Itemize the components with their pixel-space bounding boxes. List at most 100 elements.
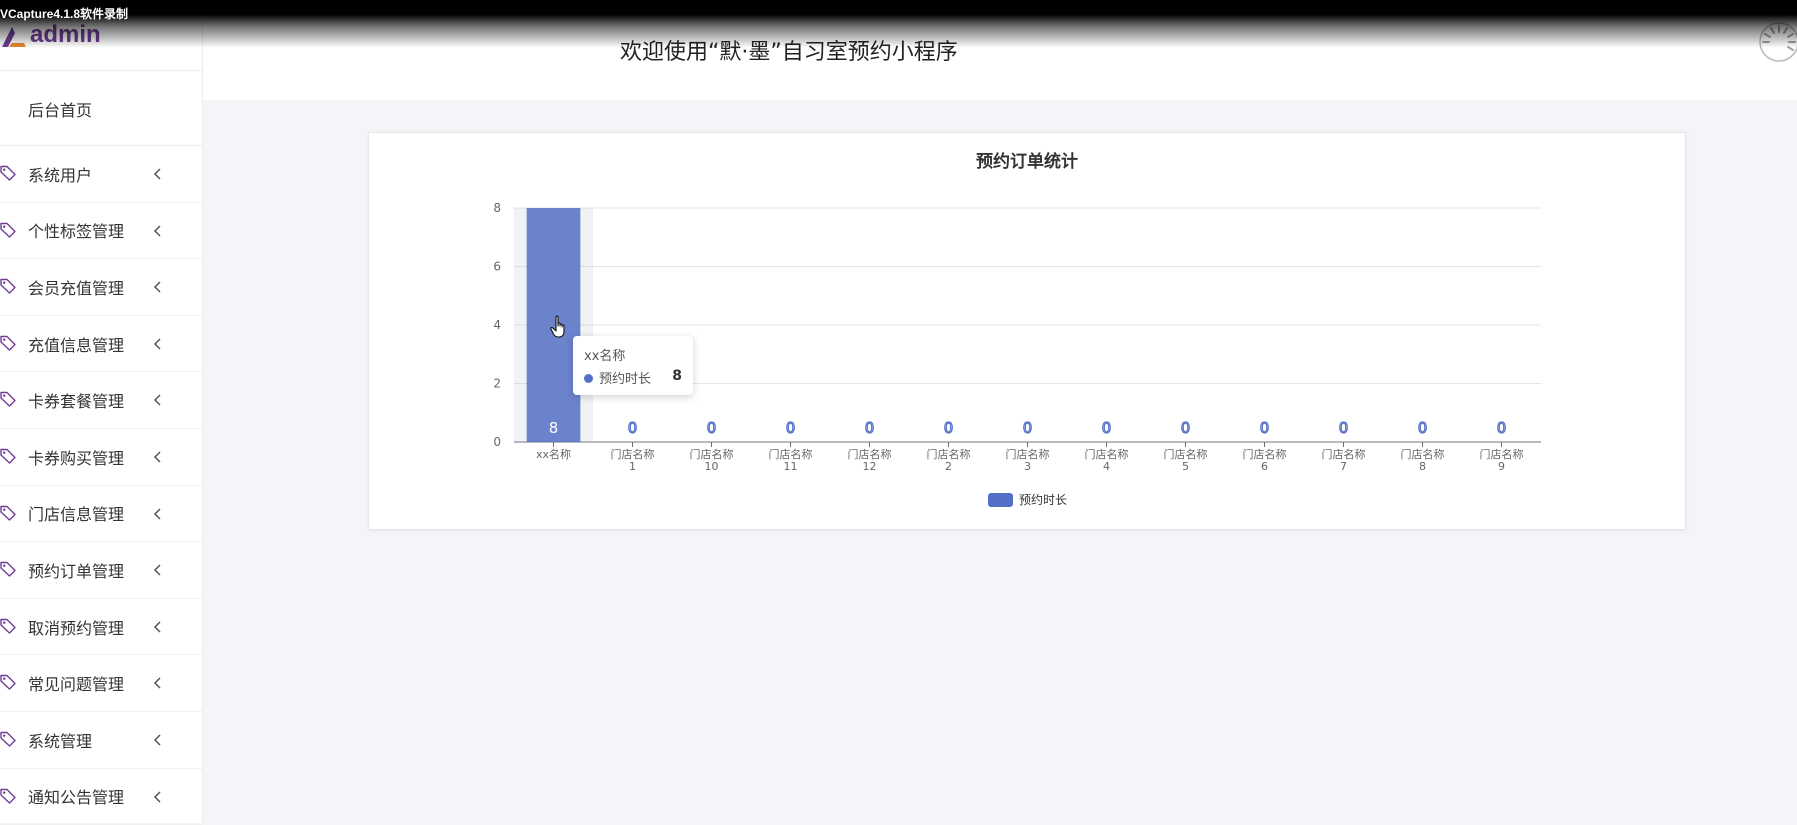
x-tick-label: 10 [705,460,719,473]
sidebar-item[interactable]: 门店信息管理 [0,486,202,543]
sidebar-item-label: 卡券套餐管理 [28,392,125,412]
sidebar-item[interactable]: 系统用户 [0,146,202,203]
tag-icon [0,448,16,464]
sidebar-item-label: 门店信息管理 [28,505,125,525]
x-tick-label: 6 [1261,460,1268,473]
chevron-left-icon[interactable] [152,280,162,294]
data-label: 0 [1181,419,1191,437]
sidebar-item[interactable]: 常见问题管理 [0,655,202,712]
logo-mark-icon [2,27,26,47]
sidebar-item[interactable]: 卡券套餐管理 [0,372,202,429]
tag-icon [0,222,16,238]
chevron-left-icon[interactable] [152,450,162,464]
data-label: 0 [1102,419,1112,437]
sidebar-item-home[interactable]: 后台首页 [0,72,202,146]
sidebar-item-label: 系统用户 [28,165,93,185]
sidebar-item-label: 个性标签管理 [28,222,125,242]
spinner-icon [1759,22,1797,62]
data-label: 0 [865,419,875,437]
sidebar-item[interactable]: 系统管理 [0,712,202,769]
data-label: 0 [1023,419,1033,437]
data-label: 0 [1418,419,1428,437]
x-tick-label: 11 [784,460,798,473]
sidebar-divider [0,70,202,71]
y-tick-label: 4 [493,318,501,332]
tooltip-value: 8 [672,368,682,384]
tag-icon [0,675,16,691]
chevron-left-icon[interactable] [152,224,162,238]
x-tick-label: 4 [1103,460,1110,473]
recording-watermark: VCapture4.1.8软件录制 [0,7,129,21]
chart-card: 预约订单统计 0 2 4 6 8 8 xx名称 0 门店名称 1 0 门店名称 10 0 门店名称 11 0 门店名… [368,132,1686,530]
data-label: 0 [628,419,638,437]
x-tick-label: 门店名称 [1401,447,1445,461]
x-tick-label: 门店名称 [1006,447,1050,461]
legend-label: 预约时长 [1019,492,1067,507]
x-tick-label: 门店名称 [690,447,734,461]
y-tick-label: 8 [493,201,501,215]
sidebar-item-label: 后台首页 [28,100,93,120]
chart-tooltip: xx名称 预约时长 8 [573,336,693,395]
page-title: 欢迎使用“默·墨”自习室预约小程序 [620,40,958,65]
tooltip-title: xx名称 [584,349,626,364]
x-tick-label: 9 [1498,460,1505,473]
tag-icon [0,788,16,804]
data-label: 8 [549,419,559,437]
x-tick-label: 门店名称 [927,447,971,461]
sidebar-item[interactable]: 会员充值管理 [0,259,202,316]
sidebar-item-label: 系统管理 [28,731,93,751]
logo[interactable]: admin [0,20,101,50]
chevron-left-icon[interactable] [152,676,162,690]
data-label: 0 [1497,419,1507,437]
x-tick-label: 5 [1182,460,1189,473]
x-tick-label: 门店名称 [769,447,813,461]
chevron-left-icon[interactable] [152,620,162,634]
chevron-left-icon[interactable] [152,167,162,181]
data-label: 0 [786,419,796,437]
x-tick-label: 门店名称 [1322,447,1366,461]
y-tick-label: 6 [493,260,501,274]
x-tick-label: 2 [945,460,952,473]
chevron-left-icon[interactable] [152,733,162,747]
tag-icon [0,392,16,408]
sidebar-item-label: 会员充值管理 [28,278,125,298]
x-tick-label: 3 [1024,460,1031,473]
sidebar: admin 后台首页 系统用户个性标签管理 会员充值管理 充值信息管理 卡券套餐管理卡… [0,0,203,825]
x-tick-label: 门店名称 [611,447,655,461]
data-label: 0 [1339,419,1349,437]
tooltip-series-name: 预约时长 [599,372,652,387]
x-tick-label: 门店名称 [1085,447,1129,461]
chevron-left-icon[interactable] [152,563,162,577]
sidebar-item[interactable]: 卡券购买管理 [0,429,202,486]
sidebar-menu: 系统用户个性标签管理 会员充值管理 充值信息管理 卡券套餐管理 卡券购买管理 门店信息管理… [0,146,202,825]
x-tick-label: 门店名称 [1480,447,1524,461]
chevron-left-icon[interactable] [152,507,162,521]
sidebar-item[interactable]: 个性标签管理 [0,203,202,260]
x-tick-label: 12 [863,460,877,473]
chevron-left-icon[interactable] [152,790,162,804]
tooltip-series-marker [584,374,593,383]
sidebar-item[interactable]: 通知公告管理 [0,769,202,825]
y-tick-label: 0 [493,435,501,449]
legend-swatch [988,493,1013,507]
header: 欢迎使用“默·墨”自习室预约小程序 [202,0,1797,100]
x-tick-label: 7 [1340,460,1347,473]
data-label: 0 [1260,419,1270,437]
sidebar-item-label: 预约订单管理 [28,561,125,581]
chevron-left-icon[interactable] [152,337,162,351]
x-tick-label: 门店名称 [1243,447,1287,461]
tag-icon [0,335,16,351]
hand-cursor-icon [550,315,565,338]
tag-icon [0,618,16,634]
chevron-left-icon[interactable] [152,393,162,407]
logo-text: admin [30,21,101,48]
x-tick-label: 门店名称 [848,447,892,461]
data-label: 0 [944,419,954,437]
sidebar-item[interactable]: 预约订单管理 [0,542,202,599]
sidebar-item-label: 卡券购买管理 [28,448,125,468]
sidebar-item[interactable]: 充值信息管理 [0,316,202,373]
sidebar-item-label: 充值信息管理 [28,335,125,355]
sidebar-item-label: 常见问题管理 [28,675,125,695]
sidebar-item[interactable]: 取消预约管理 [0,599,202,656]
tag-icon [0,165,16,181]
